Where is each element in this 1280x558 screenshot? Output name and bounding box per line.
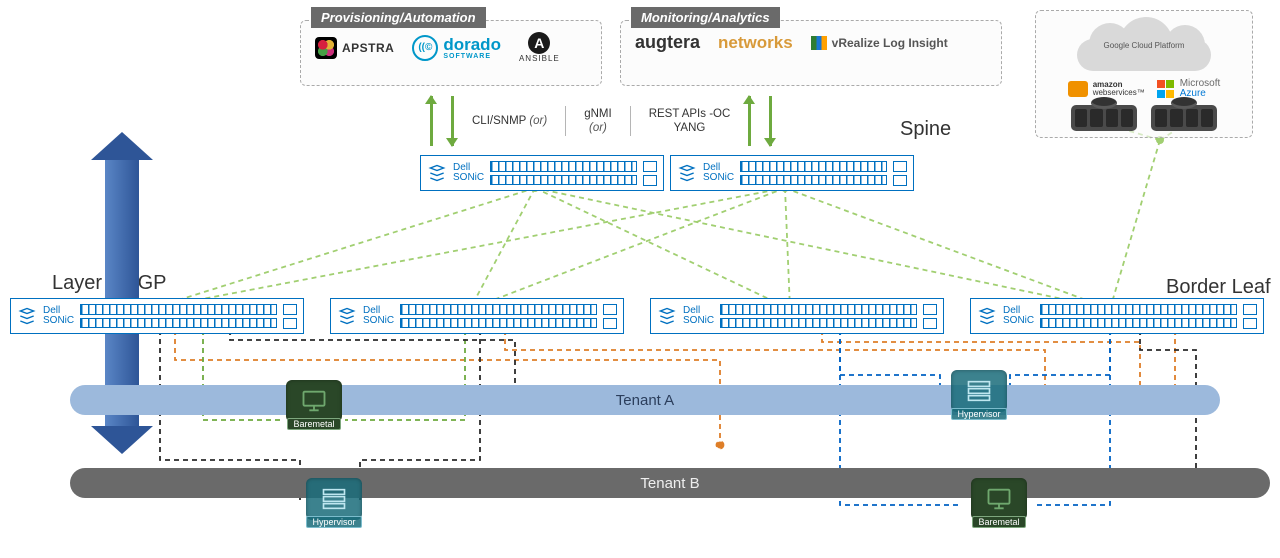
baremetal-icon xyxy=(286,380,342,422)
cloud-router-2 xyxy=(1151,105,1217,131)
tenant-b-label: Tenant B xyxy=(640,475,699,492)
host-hypervisor-2: Hypervisor xyxy=(945,370,1013,420)
leaf-switch-2: Dell SONiC xyxy=(330,298,624,334)
tenant-a-label: Tenant A xyxy=(616,392,674,409)
switch-os: SONiC xyxy=(683,316,714,327)
switch-os: SONiC xyxy=(363,316,394,327)
apstra-logo: APSTRA xyxy=(315,37,394,59)
tenant-b-bar: Tenant B xyxy=(70,468,1270,498)
host-label: Hypervisor xyxy=(306,516,361,528)
apstra-label: APSTRA xyxy=(342,41,394,55)
switch-stack-icon xyxy=(677,163,697,183)
proto-cli: CLI/SNMP (or) xyxy=(472,114,547,128)
vrealize-icon xyxy=(811,36,827,50)
proto-divider-1 xyxy=(565,106,566,136)
arrow-down-icon-2 xyxy=(769,96,772,146)
aws-l2: webservices™ xyxy=(1093,88,1145,97)
switch-os: SONiC xyxy=(43,316,74,327)
switch-stack-icon xyxy=(427,163,447,183)
switch-stack-icon xyxy=(977,306,997,326)
provisioning-title: Provisioning/Automation xyxy=(311,7,486,28)
monitoring-panel: Monitoring/Analytics augtera networks vR… xyxy=(620,20,1002,86)
leaf-switch-3: Dell SONiC xyxy=(650,298,944,334)
gcp-label: Google Cloud Platform xyxy=(1069,17,1219,73)
proto-rest-l2: YANG xyxy=(674,122,706,134)
dorado-logo: ((© dorado SOFTWARE xyxy=(412,35,501,61)
vrealize-label: vRealize Log Insight xyxy=(832,36,948,50)
spine-switch-1: Dell SONiC xyxy=(420,155,664,191)
azure-logo: Microsoft Azure xyxy=(1157,79,1221,99)
dorado-label: dorado xyxy=(443,36,501,53)
border-leaf-label: Border Leaf xyxy=(1166,276,1271,299)
protocol-row: CLI/SNMP (or) gNMI (or) REST APIs -OC YA… xyxy=(430,96,772,146)
spine-switch-2: Dell SONiC xyxy=(670,155,914,191)
host-hypervisor-1: Hypervisor xyxy=(300,478,368,528)
host-label: Baremetal xyxy=(972,516,1025,528)
spine-leaf-links xyxy=(146,118,1195,313)
baremetal-icon xyxy=(971,478,1027,520)
host-baremetal-1: Baremetal xyxy=(280,380,348,430)
proto-rest-l1: REST APIs -OC xyxy=(649,108,731,120)
azure-icon xyxy=(1157,80,1175,98)
augtera-logo: augtera xyxy=(635,32,700,53)
ansible-logo: A ANSIBLE xyxy=(519,32,560,63)
switch-os: SONiC xyxy=(453,173,484,184)
ansible-icon: A xyxy=(528,32,550,54)
dorado-sublabel: SOFTWARE xyxy=(443,53,501,60)
hypervisor-icon xyxy=(306,478,362,520)
cloud-router-1 xyxy=(1071,105,1137,131)
host-label: Hypervisor xyxy=(951,408,1006,420)
proto-gnmi: gNMI (or) xyxy=(584,107,611,136)
hypervisor-icon xyxy=(951,370,1007,412)
apstra-icon xyxy=(315,37,337,59)
spine-label: Spine xyxy=(900,118,951,141)
switch-stack-icon xyxy=(657,306,677,326)
switch-os: SONiC xyxy=(703,173,734,184)
networks-logo: networks xyxy=(718,33,793,53)
proto-gnmi-l1: gNMI xyxy=(584,108,611,120)
cloud-vendor-logos: amazon webservices™ Microsoft Azure xyxy=(1068,79,1221,99)
proto-divider-2 xyxy=(630,106,631,136)
leaf-switch-4: Dell SONiC xyxy=(970,298,1264,334)
cloud-icon: Google Cloud Platform xyxy=(1069,17,1219,73)
arrow-up-icon-2 xyxy=(748,96,751,146)
arrow-up-icon xyxy=(430,96,433,146)
proto-rest: REST APIs -OC YANG xyxy=(649,107,731,136)
proto-cli-l1: CLI/SNMP xyxy=(472,115,526,127)
tenant-a-bar: Tenant A xyxy=(70,385,1220,415)
dorado-icon: ((© xyxy=(412,35,438,61)
switch-os: SONiC xyxy=(1003,316,1034,327)
proto-cli-l2: (or) xyxy=(529,115,547,127)
switch-stack-icon xyxy=(337,306,357,326)
host-label: Baremetal xyxy=(287,418,340,430)
provisioning-panel: Provisioning/Automation APSTRA ((© dorad… xyxy=(300,20,602,86)
host-baremetal-2: Baremetal xyxy=(965,478,1033,528)
vrealize-logo: vRealize Log Insight xyxy=(811,36,948,50)
aws-logo: amazon webservices™ xyxy=(1068,81,1145,97)
proto-gnmi-l2: (or) xyxy=(589,122,607,134)
cloud-panel: Google Cloud Platform amazon webservices… xyxy=(1035,10,1253,138)
ansible-label: ANSIBLE xyxy=(519,54,560,63)
arrow-down-icon xyxy=(451,96,454,146)
switch-stack-icon xyxy=(17,306,37,326)
leaf-switch-1: Dell SONiC xyxy=(10,298,304,334)
aws-icon xyxy=(1068,81,1088,97)
monitoring-title: Monitoring/Analytics xyxy=(631,7,780,28)
